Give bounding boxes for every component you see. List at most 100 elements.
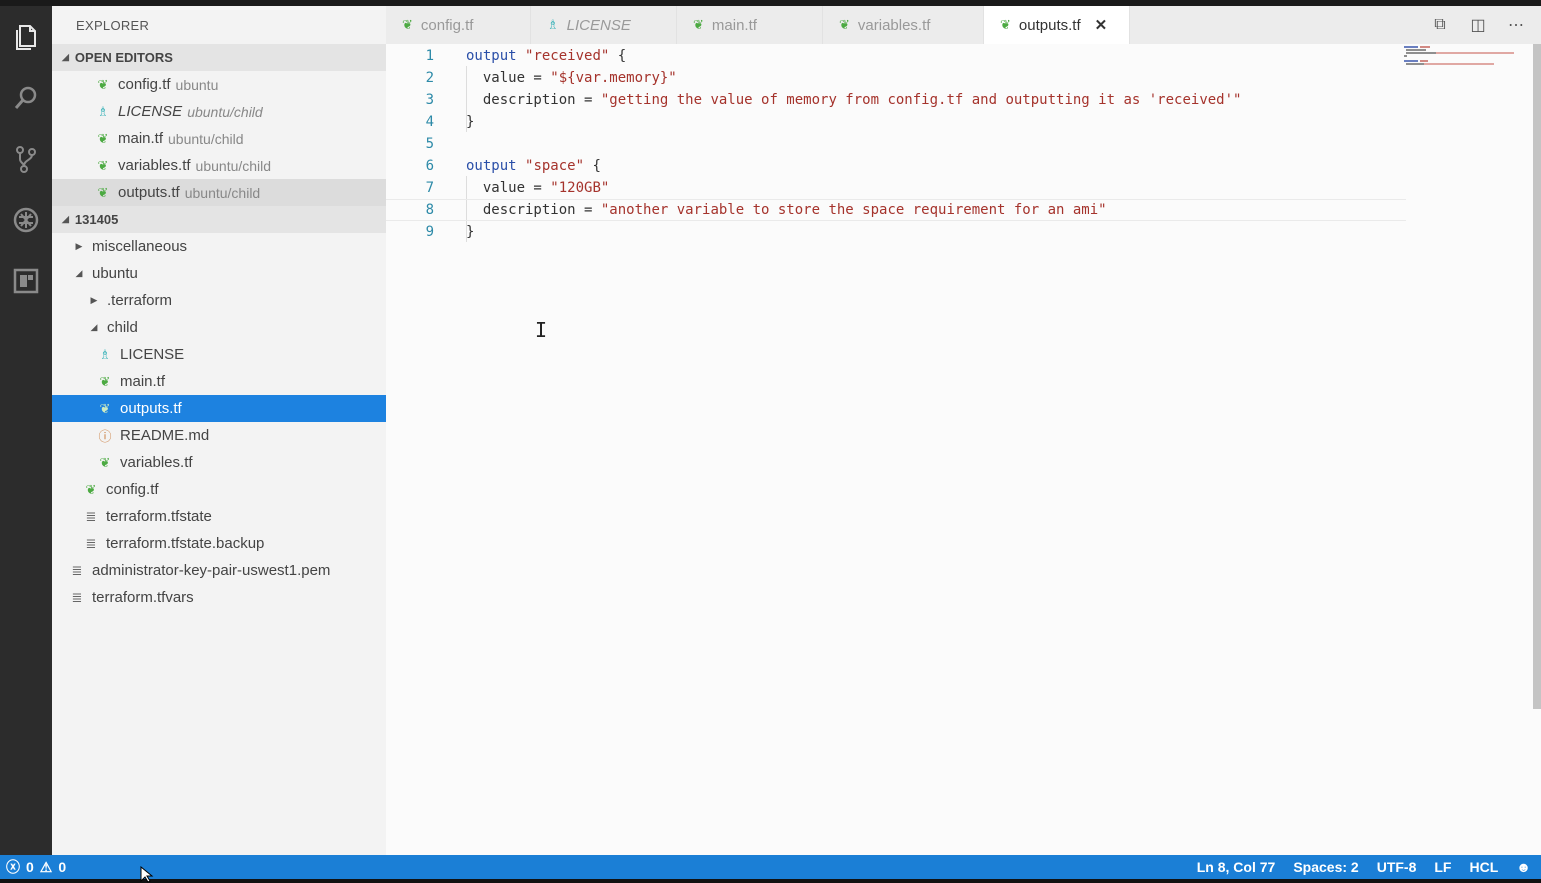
chevron-right-icon: ▶ — [75, 241, 83, 251]
open-editor-path: ubuntu/child — [168, 130, 244, 147]
tree-item-label: miscellaneous — [92, 238, 188, 255]
open-preview-icon[interactable]: ⧉ — [1421, 16, 1459, 34]
open-editor-name: LICENSE — [118, 103, 183, 120]
editor-actions: ⧉ ◫ ⋯ — [1421, 6, 1541, 44]
open-editor-name: main.tf — [118, 130, 164, 147]
lines-icon: ≣ — [85, 535, 97, 551]
language-mode[interactable]: HCL — [1469, 859, 1498, 875]
tab-outputs[interactable]: ❦ outputs.tf ✕ — [984, 6, 1130, 44]
tree-file-tfstate[interactable]: ≣ terraform.tfstate — [52, 503, 386, 530]
source-control-activity-button[interactable] — [0, 128, 52, 189]
tab-config[interactable]: ❦ config.tf — [386, 6, 531, 44]
open-editor-path: ubuntu/child — [184, 184, 261, 201]
open-editor-path: ubuntu/child — [195, 157, 272, 174]
indentation-setting[interactable]: Spaces: 2 — [1293, 859, 1358, 875]
close-icon[interactable]: ✕ — [1095, 16, 1108, 34]
tree-item-label: terraform.tfvars — [92, 589, 194, 606]
tab-variables[interactable]: ❦ variables.tf — [823, 6, 984, 44]
terraform-icon: ❦ — [97, 157, 109, 173]
code-line: 4 } — [386, 111, 1406, 133]
open-editor-item[interactable]: ❦ variables.tf ubuntu/child — [52, 152, 386, 179]
terraform-icon: ❦ — [99, 373, 111, 389]
chevron-down-icon: ◢ — [75, 268, 83, 278]
code-string: "${var.memory}" — [550, 70, 677, 86]
tree-folder-child[interactable]: ◢ child — [52, 314, 386, 341]
tree-file-main[interactable]: ❦ main.tf — [52, 368, 386, 395]
minimap[interactable] — [1404, 46, 1516, 68]
code-text: description = — [482, 92, 601, 108]
cursor-position[interactable]: Ln 8, Col 77 — [1197, 859, 1276, 875]
open-editor-item[interactable]: ❦ main.tf ubuntu/child — [52, 125, 386, 152]
open-editors-header[interactable]: ◢ OPEN EDITORS — [52, 44, 386, 71]
debug-activity-button[interactable] — [0, 189, 52, 250]
code-text: { — [609, 48, 627, 64]
search-icon — [14, 86, 37, 109]
search-activity-button[interactable] — [0, 67, 52, 128]
tree-folder-ubuntu[interactable]: ◢ ubuntu — [52, 260, 386, 287]
open-editor-name: config.tf — [118, 76, 171, 93]
terraform-icon: ❦ — [97, 184, 109, 200]
license-icon: ♗ — [99, 346, 111, 362]
tree-file-tfstate-backup[interactable]: ≣ terraform.tfstate.backup — [52, 530, 386, 557]
explorer-title: EXPLORER — [76, 17, 150, 33]
tree-file-license[interactable]: ♗ LICENSE — [52, 341, 386, 368]
open-editor-path: ubuntu — [175, 76, 219, 93]
files-icon — [16, 24, 36, 50]
tree-item-label: main.tf — [120, 373, 166, 390]
extensions-icon — [13, 268, 39, 293]
open-editor-item[interactable]: ❦ config.tf ubuntu — [52, 71, 386, 98]
line-number: 1 — [425, 48, 434, 64]
tree-item-label: LICENSE — [120, 346, 185, 363]
tab-label: outputs.tf — [1018, 16, 1081, 34]
tree-file-variables[interactable]: ❦ variables.tf — [52, 449, 386, 476]
chevron-right-icon: ▶ — [90, 295, 98, 305]
folder-header[interactable]: ◢ 131405 — [52, 206, 386, 233]
tree-file-outputs-selected[interactable]: ❦ outputs.tf — [52, 395, 386, 422]
line-number: 8 — [425, 202, 434, 218]
tree-file-config[interactable]: ❦ config.tf — [52, 476, 386, 503]
code-line: 2 value = "${var.memory}" — [386, 67, 1406, 89]
feedback-smiley-icon[interactable]: ☻ — [1516, 859, 1531, 875]
more-actions-icon[interactable]: ⋯ — [1497, 15, 1535, 35]
code-text: description = — [482, 202, 601, 218]
vertical-scrollbar[interactable] — [1533, 44, 1541, 709]
explorer-activity-button[interactable] — [0, 6, 52, 67]
terraform-icon: ❦ — [839, 17, 850, 32]
code-editor[interactable]: 1 output "received" { 2 value = "${var.m… — [386, 44, 1541, 855]
line-ending[interactable]: LF — [1434, 859, 1451, 875]
terraform-icon: ❦ — [97, 76, 109, 92]
open-editor-item-active[interactable]: ❦ outputs.tf ubuntu/child — [52, 179, 386, 206]
tree-item-label: config.tf — [106, 481, 159, 498]
code-keyword: output — [466, 158, 517, 174]
tree-item-label: ubuntu — [92, 265, 138, 282]
tree-file-pem[interactable]: ≣ administrator-key-pair-uswest1.pem — [52, 557, 386, 584]
lines-icon: ≣ — [85, 508, 97, 524]
lines-icon: ≣ — [71, 589, 83, 605]
extensions-activity-button[interactable] — [0, 250, 52, 311]
tab-main[interactable]: ❦ main.tf — [677, 6, 823, 44]
activity-bar — [0, 6, 52, 855]
tab-label: variables.tf — [857, 16, 931, 34]
mouse-pointer-icon — [140, 866, 154, 883]
tree-file-readme[interactable]: ⓘ README.md — [52, 422, 386, 449]
code-string: "another variable to store the space req… — [600, 202, 1107, 218]
terraform-icon: ❦ — [97, 130, 109, 146]
problems-indicator[interactable]: ⓧ 0 ⚠ 0 — [0, 857, 72, 877]
line-number: 2 — [425, 70, 434, 86]
tree-folder-terraform[interactable]: ▶ .terraform — [52, 287, 386, 314]
tree-file-tfvars[interactable]: ≣ terraform.tfvars — [52, 584, 386, 611]
tab-license[interactable]: ♗ LICENSE — [531, 6, 677, 44]
open-editor-item[interactable]: ♗ LICENSE ubuntu/child — [52, 98, 386, 125]
line-number: 6 — [425, 158, 434, 174]
tree-folder-miscellaneous[interactable]: ▶ miscellaneous — [52, 233, 386, 260]
status-bar: ⓧ 0 ⚠ 0 Ln 8, Col 77 Spaces: 2 UTF-8 LF … — [0, 855, 1541, 879]
tab-label: main.tf — [711, 16, 757, 34]
error-count: 0 — [26, 859, 34, 875]
terraform-icon: ❦ — [693, 17, 704, 32]
file-encoding[interactable]: UTF-8 — [1377, 859, 1417, 875]
split-editor-icon[interactable]: ◫ — [1459, 15, 1497, 35]
code-string: "120GB" — [550, 180, 610, 196]
